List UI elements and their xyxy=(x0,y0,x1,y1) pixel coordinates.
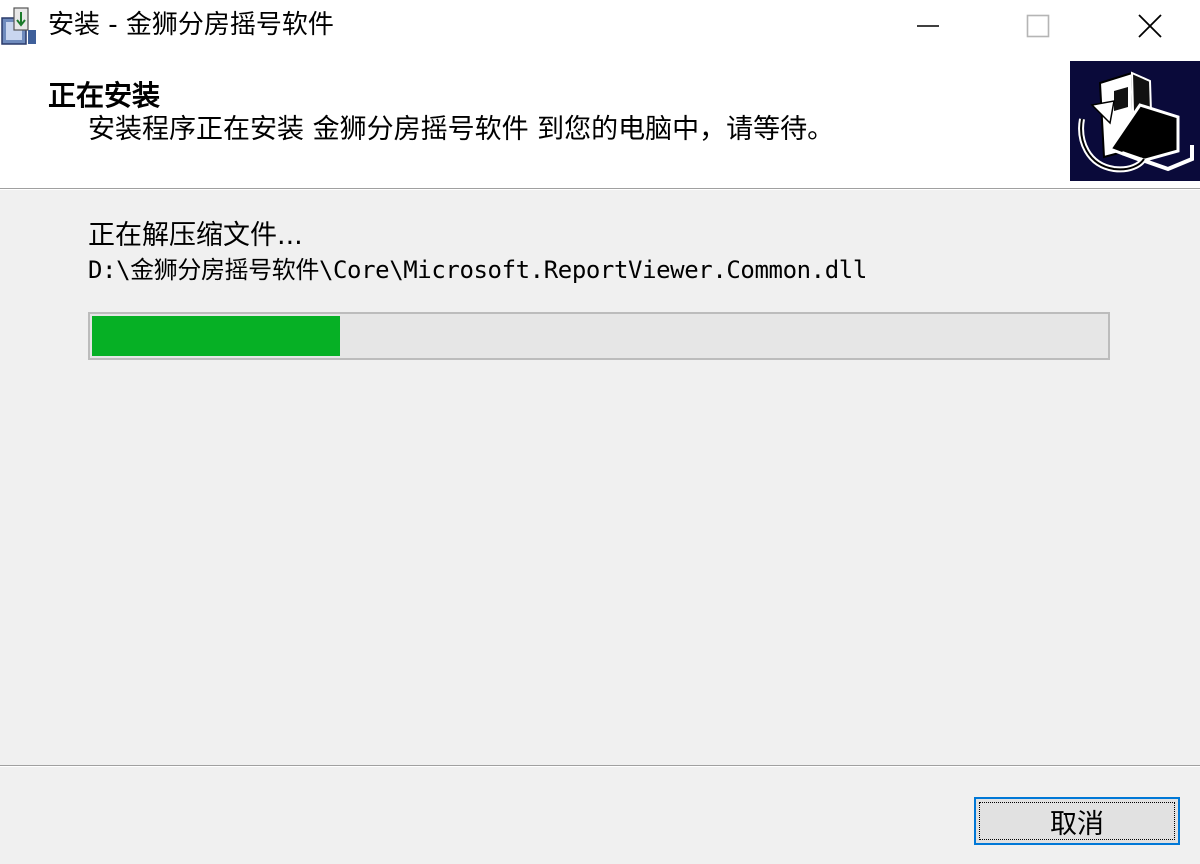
title-bar[interactable]: 安装 - 金狮分房摇号软件 xyxy=(0,0,1200,52)
status-label: 正在解压缩文件... xyxy=(88,220,303,251)
page-description: 安装程序正在安装 金狮分房摇号软件 到您的电脑中，请等待。 xyxy=(88,114,835,145)
maximize-icon xyxy=(1026,14,1050,38)
minimize-button[interactable] xyxy=(893,0,963,52)
progress-bar-fill xyxy=(92,316,340,356)
computer-install-icon xyxy=(1070,61,1200,181)
footer-divider xyxy=(0,765,1200,767)
cancel-button[interactable]: 取消 xyxy=(974,797,1180,845)
minimize-icon xyxy=(917,25,939,27)
close-icon xyxy=(1138,14,1162,38)
close-button[interactable] xyxy=(1115,0,1185,52)
current-file-path: D:\金狮分房摇号软件\Core\Microsoft.ReportViewer.… xyxy=(88,256,867,284)
installer-icon[interactable] xyxy=(0,6,38,46)
window-title: 安装 - 金狮分房摇号软件 xyxy=(48,10,334,40)
progress-bar xyxy=(88,312,1110,360)
maximize-button[interactable] xyxy=(1003,0,1073,52)
header-divider xyxy=(0,188,1200,190)
page-title: 正在安装 xyxy=(48,79,161,112)
wizard-header: 正在安装 安装程序正在安装 金狮分房摇号软件 到您的电脑中，请等待。 xyxy=(0,52,1200,188)
